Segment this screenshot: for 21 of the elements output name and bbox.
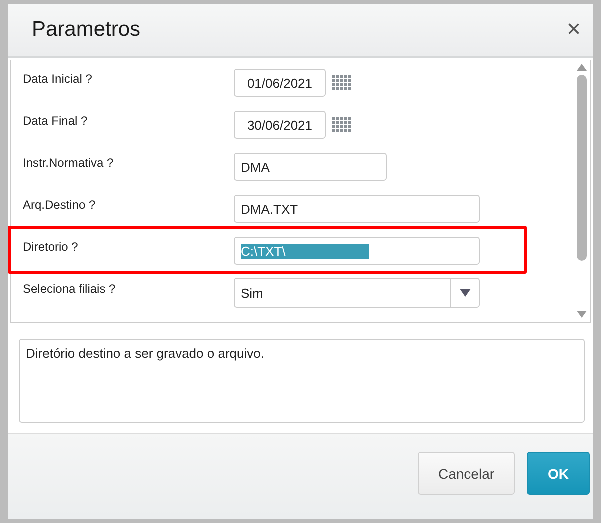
parameter-label: Data Final ? — [22, 113, 89, 130]
calendar-icon[interactable] — [332, 117, 352, 133]
window-title: Parametros — [32, 18, 141, 42]
parameter-label: Data Inicial ? — [22, 71, 94, 88]
date-field[interactable]: 01/06/2021 — [234, 69, 326, 97]
dropdown-arrow-icon — [460, 289, 470, 297]
scroll-down-icon[interactable] — [577, 311, 587, 318]
dropdown[interactable]: Sim — [234, 278, 480, 308]
scroll-up-icon[interactable] — [577, 64, 587, 71]
date-field[interactable]: 30/06/2021 — [234, 111, 326, 139]
description-box: Diretório destino a ser gravado o arquivo. — [19, 339, 585, 423]
parameter-label: Instr.Normativa ? — [22, 155, 115, 172]
close-button[interactable]: × — [566, 18, 581, 42]
selected-text: C:\TXT\ — [241, 244, 369, 258]
input-field[interactable]: DMA — [234, 153, 387, 181]
input-field[interactable]: DMA.TXT — [234, 195, 480, 223]
parameter-label: Arq.Destino ? — [22, 197, 97, 214]
parameter-label: Diretorio ? — [22, 239, 80, 256]
calendar-icon[interactable] — [332, 75, 352, 91]
parameter-label: Seleciona filiais ? — [22, 281, 117, 298]
cancel-button[interactable]: Cancelar — [418, 452, 515, 495]
